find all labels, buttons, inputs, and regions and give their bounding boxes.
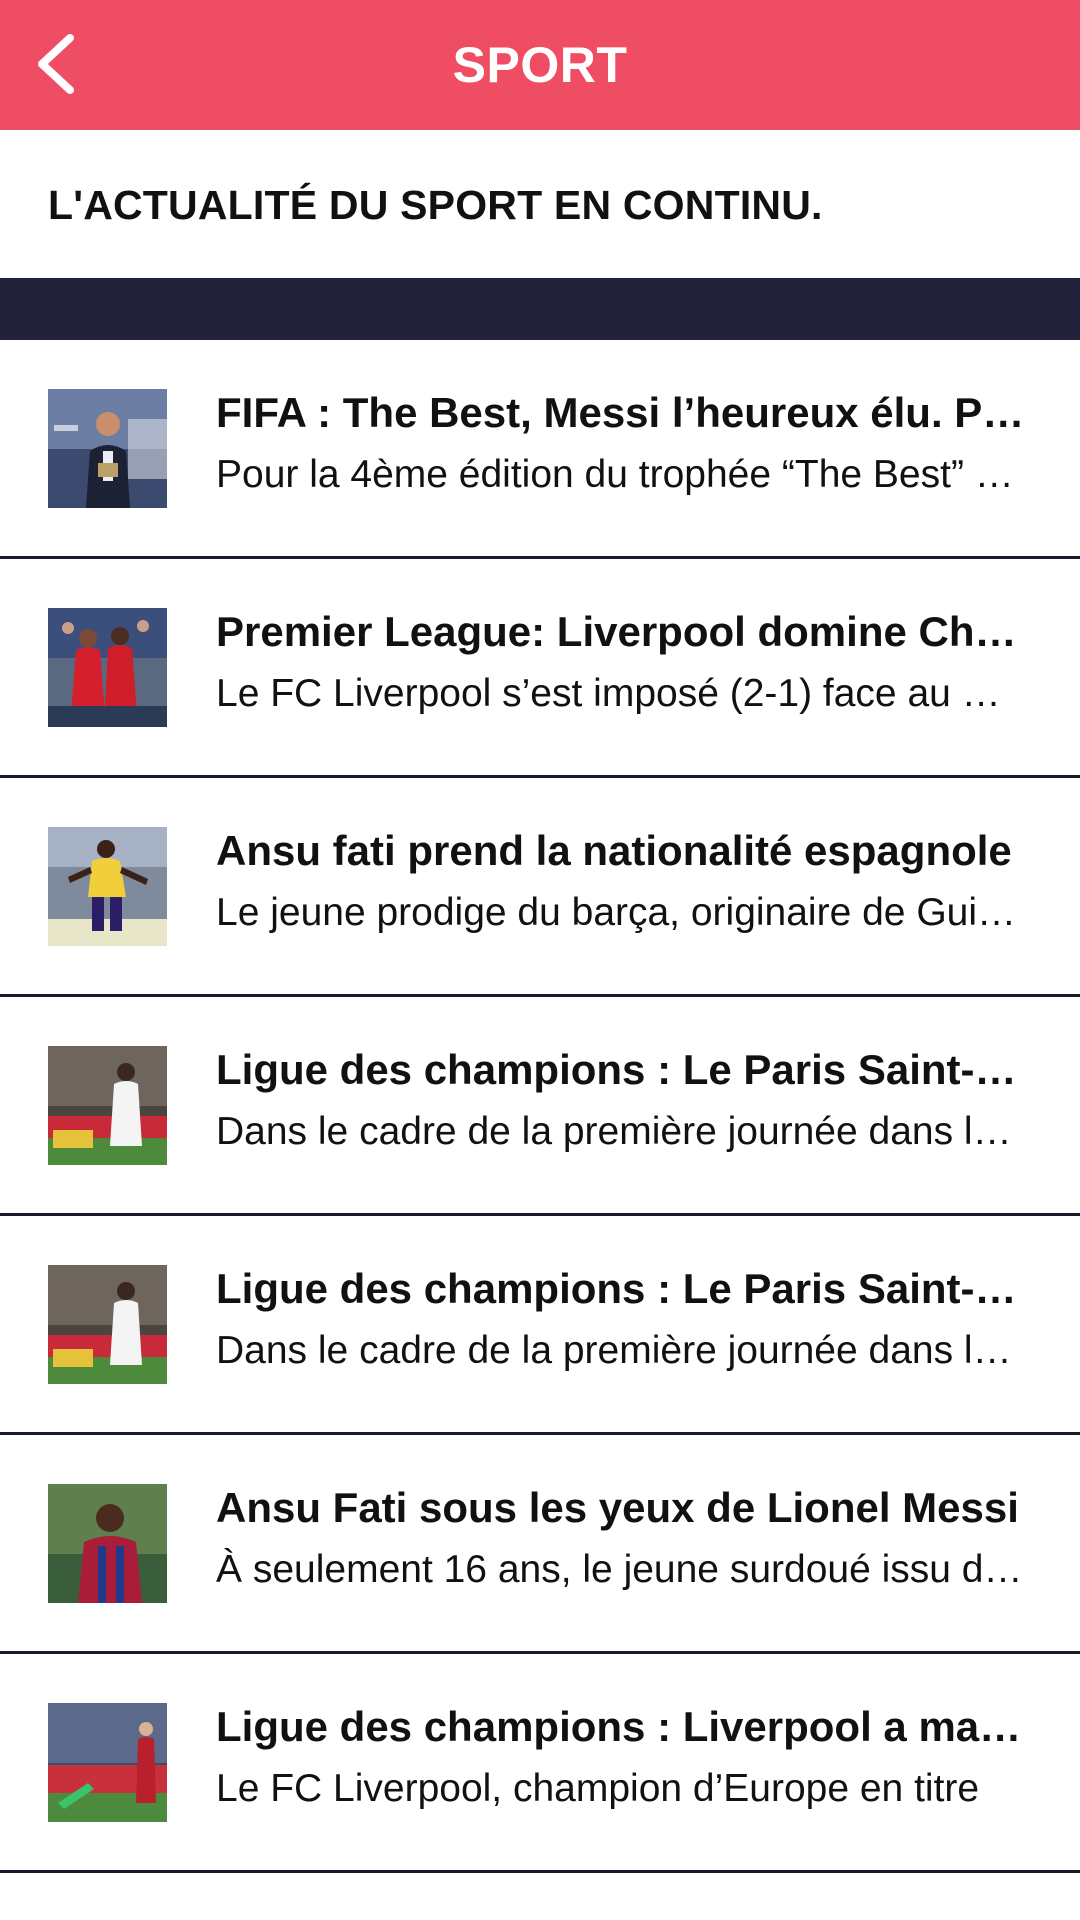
article-title: Ligue des champions : Le Paris Saint-Ger… xyxy=(216,1046,1028,1093)
article-item[interactable]: Ligue des champions : Liverpool a mal dé… xyxy=(0,1654,1080,1873)
article-thumbnail xyxy=(48,1046,167,1165)
article-item[interactable]: Ansu Fati sous les yeux de Lionel Messi … xyxy=(0,1435,1080,1654)
article-item[interactable]: Ligue des champions : Le Paris Saint-Ger… xyxy=(0,997,1080,1216)
article-summary: Le FC Liverpool, champion d’Europe en ti… xyxy=(216,1767,980,1810)
article-thumbnail xyxy=(48,1265,167,1384)
article-summary: Pour la 4ème édition du trophée “The Bes… xyxy=(216,453,1028,496)
page-title: SPORT xyxy=(452,37,628,93)
article-title: Premier League: Liverpool domine Chelsea xyxy=(216,608,1028,655)
article-title: Ligue des champions : Liverpool a mal dé… xyxy=(216,1703,1028,1750)
article-item[interactable]: Premier League: Liverpool domine Chelsea… xyxy=(0,559,1080,778)
article-title: FIFA : The Best, Messi l’heureux élu. Po… xyxy=(216,389,1028,436)
article-thumbnail xyxy=(48,389,167,508)
article-summary: Le jeune prodige du barça, originaire de… xyxy=(216,891,1028,934)
article-list: FIFA : The Best, Messi l’heureux élu. Po… xyxy=(0,340,1080,1873)
article-item[interactable]: FIFA : The Best, Messi l’heureux élu. Po… xyxy=(0,340,1080,559)
top-app-bar: SPORT xyxy=(0,0,1080,130)
article-summary: Dans le cadre de la première journée dan… xyxy=(216,1329,1028,1372)
article-thumbnail xyxy=(48,1703,167,1822)
article-item[interactable]: Ansu fati prend la nationalité espagnole… xyxy=(0,778,1080,997)
article-summary: Dans le cadre de la première journée dan… xyxy=(216,1110,1028,1153)
article-title: Ansu fati prend la nationalité espagnole xyxy=(216,827,1012,874)
article-thumbnail xyxy=(48,1484,167,1603)
article-title: Ligue des champions : Le Paris Saint-Ger… xyxy=(216,1265,1028,1312)
section-headline: L'ACTUALITÉ DU SPORT EN CONTINU. xyxy=(48,181,823,228)
article-summary: Le FC Liverpool s’est imposé (2-1) face … xyxy=(216,672,1028,715)
article-item[interactable]: Ligue des champions : Le Paris Saint-Ger… xyxy=(0,1216,1080,1435)
article-summary: À seulement 16 ans, le jeune surdoué iss… xyxy=(216,1548,1028,1591)
article-thumbnail xyxy=(48,608,167,727)
ad-banner[interactable] xyxy=(0,278,1080,340)
article-thumbnail xyxy=(48,827,167,946)
article-title: Ansu Fati sous les yeux de Lionel Messi xyxy=(216,1484,1019,1531)
